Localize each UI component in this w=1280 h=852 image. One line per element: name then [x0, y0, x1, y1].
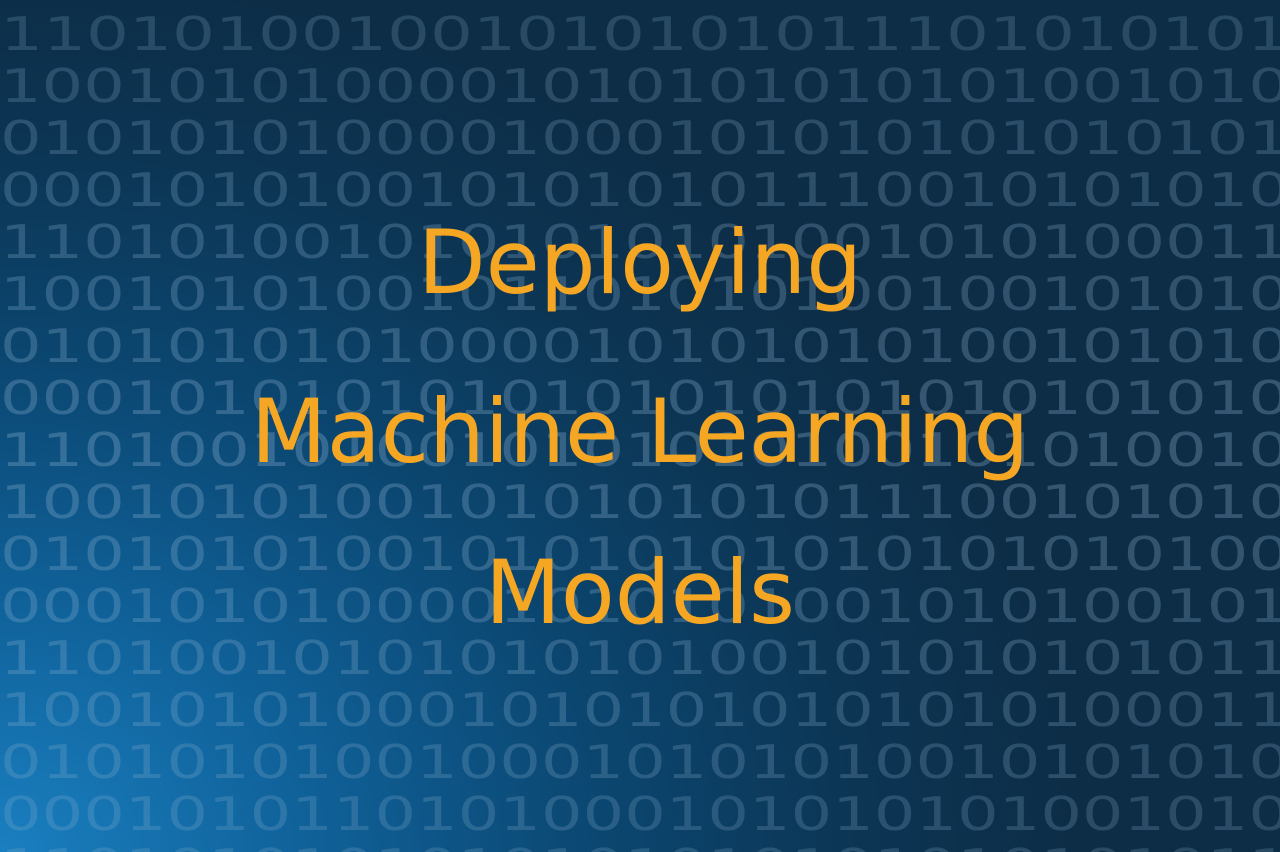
headline: Deploying Machine Learning Models: [0, 0, 1280, 852]
headline-line-machine-learning: Machine Learning: [250, 380, 1030, 483]
headline-line-models: Models: [484, 541, 796, 644]
headline-line-deploying: Deploying: [417, 211, 863, 314]
